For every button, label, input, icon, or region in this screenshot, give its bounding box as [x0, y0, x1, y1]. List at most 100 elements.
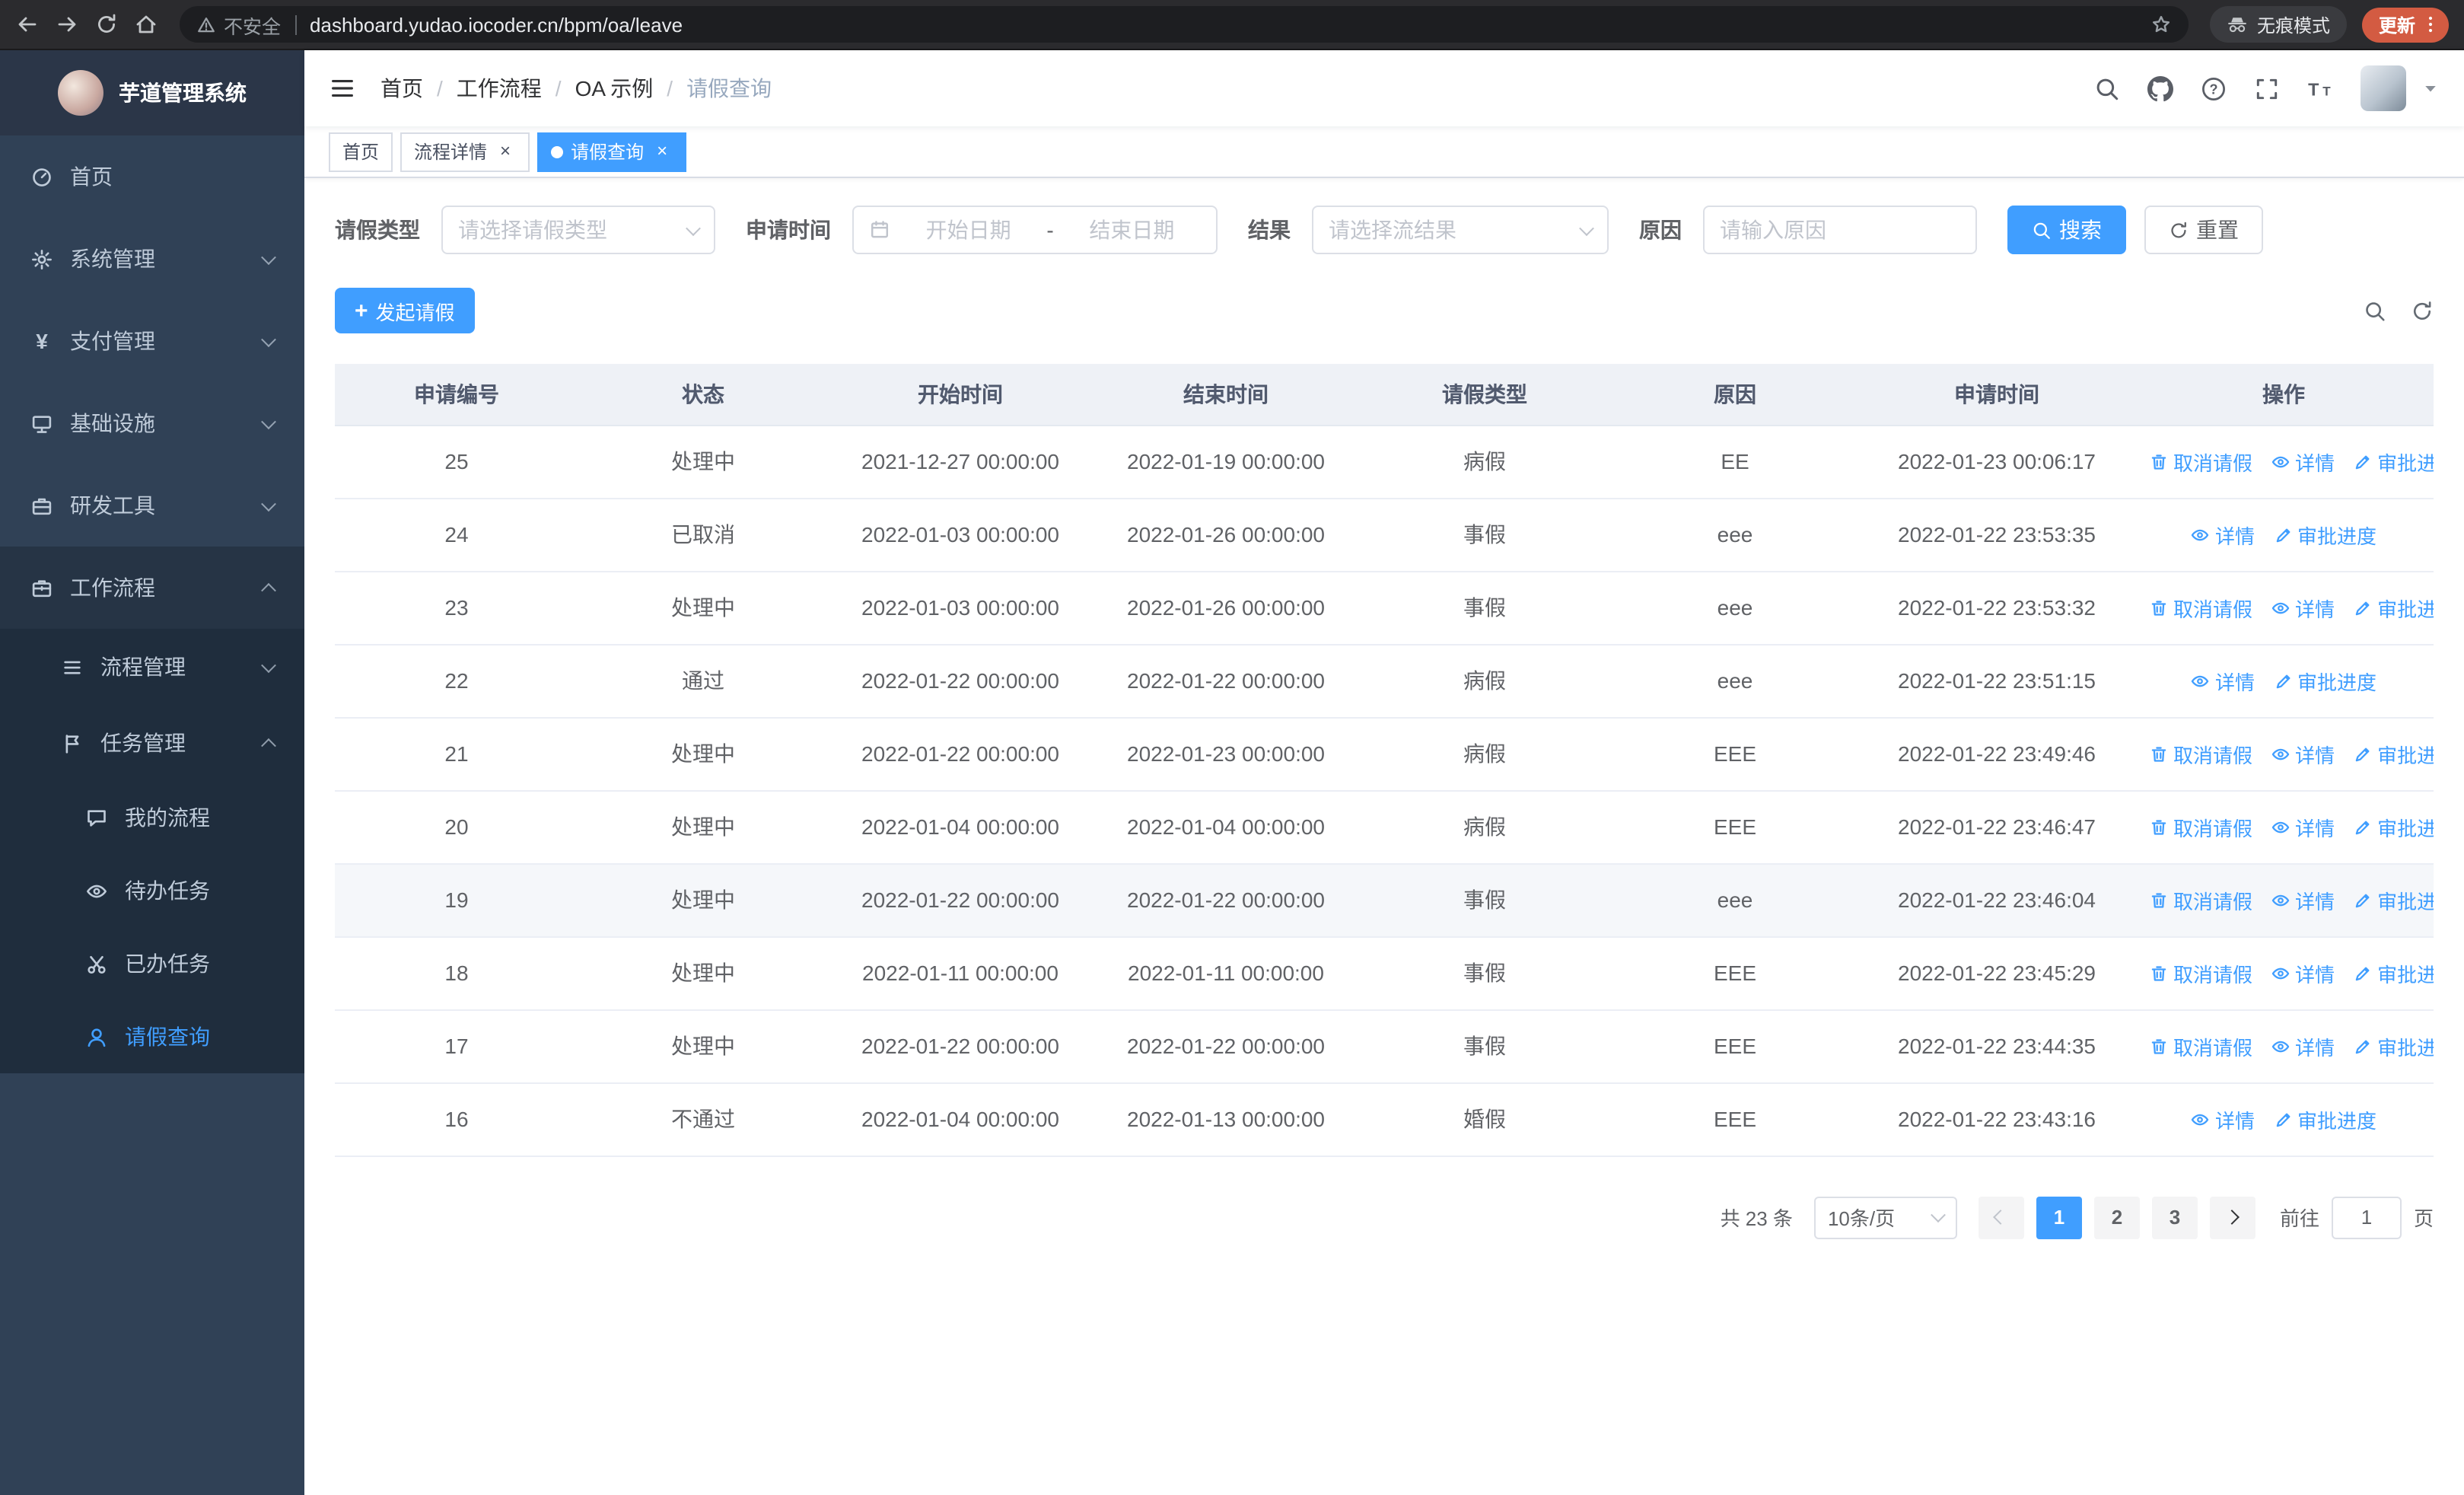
cancel-action-link[interactable]: 取消请假 — [2149, 739, 2252, 768]
sidebar-item-my-process[interactable]: 我的流程 — [0, 781, 304, 854]
progress-action-link[interactable]: 审批进度 — [2353, 958, 2434, 987]
gear-icon — [30, 247, 53, 270]
logo-avatar — [58, 70, 103, 116]
cancel-action-link[interactable]: 取消请假 — [2149, 958, 2252, 987]
cell-type: 事假 — [1359, 936, 1610, 1010]
address-bar[interactable]: 不安全 dashboard.yudao.iocoder.cn/bpm/oa/le… — [180, 6, 2189, 43]
user-avatar[interactable] — [2361, 65, 2406, 111]
progress-action-link[interactable]: 审批进度 — [2353, 812, 2434, 841]
page-size-select[interactable]: 10条/页 — [1813, 1196, 1957, 1238]
sidebar-item-workflow[interactable]: 工作流程 — [0, 547, 304, 629]
sidebar-item-label: 支付管理 — [70, 329, 155, 353]
github-icon[interactable] — [2147, 75, 2173, 101]
progress-action-link[interactable]: 审批进度 — [2273, 520, 2376, 549]
breadcrumb-item-oa-example[interactable]: OA 示例 — [575, 73, 654, 104]
progress-action-link[interactable]: 审批进度 — [2273, 666, 2376, 695]
bookmark-star-icon[interactable] — [2150, 14, 2172, 35]
kebab-menu-icon[interactable] — [2420, 14, 2441, 35]
tab-leave-query[interactable]: 请假查询 × — [537, 132, 687, 171]
help-icon[interactable]: ? — [2201, 75, 2227, 101]
tab-process-detail[interactable]: 流程详情 × — [400, 132, 530, 171]
table-row: 16 不通过 2022-01-04 00:00:00 2022-01-13 00:00… — [335, 1082, 2434, 1156]
sidebar-item-infrastructure[interactable]: 基础设施 — [0, 382, 304, 464]
tab-home[interactable]: 首页 — [329, 132, 393, 171]
progress-action-link[interactable]: 审批进度 — [2353, 1031, 2434, 1060]
sidebar-item-system[interactable]: 系统管理 — [0, 218, 304, 300]
back-icon[interactable] — [15, 12, 40, 37]
breadcrumb-item-home[interactable]: 首页 — [380, 73, 423, 104]
cancel-action-link[interactable]: 取消请假 — [2149, 885, 2252, 914]
table-refresh-icon[interactable] — [2411, 299, 2434, 322]
sidebar-item-label: 我的流程 — [125, 805, 210, 830]
detail-action-link[interactable]: 详情 — [2271, 593, 2335, 622]
cell-type: 事假 — [1359, 1009, 1610, 1083]
reset-button[interactable]: 重置 — [2144, 206, 2263, 254]
search-icon[interactable] — [2094, 75, 2120, 101]
create-leave-button[interactable]: + 发起请假 — [335, 288, 475, 333]
update-button[interactable]: 更新 — [2361, 7, 2449, 42]
cancel-action-link[interactable]: 取消请假 — [2149, 812, 2252, 841]
home-icon[interactable] — [134, 12, 158, 37]
page-button-1[interactable]: 1 — [2036, 1196, 2082, 1238]
cancel-action-link[interactable]: 取消请假 — [2149, 1031, 2252, 1060]
detail-action-link[interactable]: 详情 — [2271, 1031, 2335, 1060]
sidebar-item-todo-tasks[interactable]: 待办任务 — [0, 854, 304, 927]
progress-action-link[interactable]: 审批进度 — [2353, 739, 2434, 768]
page-button-2[interactable]: 2 — [2093, 1196, 2140, 1238]
forward-icon[interactable] — [55, 12, 79, 37]
cancel-action-link[interactable]: 取消请假 — [2149, 447, 2252, 476]
edit-icon — [2353, 744, 2373, 763]
cell-status: 通过 — [578, 644, 828, 718]
cell-actions: 详情 审批进度 — [2134, 498, 2434, 572]
result-select[interactable]: 请选择流结果 — [1312, 206, 1609, 254]
fullscreen-icon[interactable] — [2254, 75, 2280, 101]
progress-action-link[interactable]: 审批进度 — [2353, 447, 2434, 476]
date-range-picker[interactable]: 开始日期 - 结束日期 — [852, 206, 1218, 254]
progress-action-link[interactable]: 审批进度 — [2353, 593, 2434, 622]
detail-action-label: 详情 — [2295, 598, 2335, 620]
sidebar-item-leave-query[interactable]: 请假查询 — [0, 1000, 304, 1073]
sidebar-item-home[interactable]: 首页 — [0, 135, 304, 218]
leave-type-select[interactable]: 请选择请假类型 — [441, 206, 715, 254]
detail-action-link[interactable]: 详情 — [2271, 885, 2335, 914]
sidebar-item-payment[interactable]: ¥ 支付管理 — [0, 300, 304, 382]
cell-end: 2022-01-26 00:00:00 — [1093, 571, 1359, 645]
detail-action-link[interactable]: 详情 — [2271, 958, 2335, 987]
security-label: 不安全 — [224, 16, 282, 37]
page-button-3[interactable]: 3 — [2151, 1196, 2198, 1238]
detail-action-link[interactable]: 详情 — [2271, 447, 2335, 476]
breadcrumb-item-workflow[interactable]: 工作流程 — [457, 73, 542, 104]
next-page-button[interactable] — [2209, 1196, 2255, 1238]
reason-input[interactable]: 请输入原因 — [1703, 206, 1977, 254]
cell-reason: eee — [1610, 863, 1860, 937]
sidebar-item-done-tasks[interactable]: 已办任务 — [0, 927, 304, 1000]
page-size-value: 10条/页 — [1827, 1207, 1896, 1230]
cell-applied: 2022-01-22 23:51:15 — [1860, 644, 2134, 718]
page-unit-label: 页 — [2413, 1207, 2434, 1230]
detail-action-link[interactable]: 详情 — [2271, 812, 2335, 841]
detail-action-link[interactable]: 详情 — [2191, 666, 2255, 695]
progress-action-link[interactable]: 审批进度 — [2353, 885, 2434, 914]
reload-icon[interactable] — [94, 12, 119, 37]
hamburger-icon[interactable] — [329, 75, 356, 102]
edit-icon — [2353, 890, 2373, 910]
cell-applied: 2022-01-22 23:46:04 — [1860, 863, 2134, 937]
detail-action-link[interactable]: 详情 — [2191, 1105, 2255, 1133]
reason-label: 原因 — [1639, 218, 1682, 242]
close-icon[interactable]: × — [651, 140, 673, 162]
cell-type: 病假 — [1359, 790, 1610, 864]
sidebar-item-devtools[interactable]: 研发工具 — [0, 464, 304, 547]
progress-action-link[interactable]: 审批进度 — [2273, 1105, 2376, 1133]
goto-page-input[interactable] — [2331, 1196, 2402, 1238]
sidebar-item-task-mgmt[interactable]: 任务管理 — [0, 705, 304, 781]
close-icon[interactable]: × — [495, 140, 516, 162]
table-search-icon[interactable] — [2364, 299, 2386, 322]
cancel-action-link[interactable]: 取消请假 — [2149, 593, 2252, 622]
prev-page-button[interactable] — [1978, 1196, 2024, 1238]
font-size-icon[interactable]: TT — [2307, 75, 2333, 101]
sidebar-item-process-mgmt[interactable]: 流程管理 — [0, 629, 304, 705]
detail-action-link[interactable]: 详情 — [2271, 739, 2335, 768]
detail-action-link[interactable]: 详情 — [2191, 520, 2255, 549]
cell-actions: 取消请假 详情 审批进度 — [2134, 863, 2434, 937]
search-button[interactable]: 搜索 — [2007, 206, 2126, 254]
